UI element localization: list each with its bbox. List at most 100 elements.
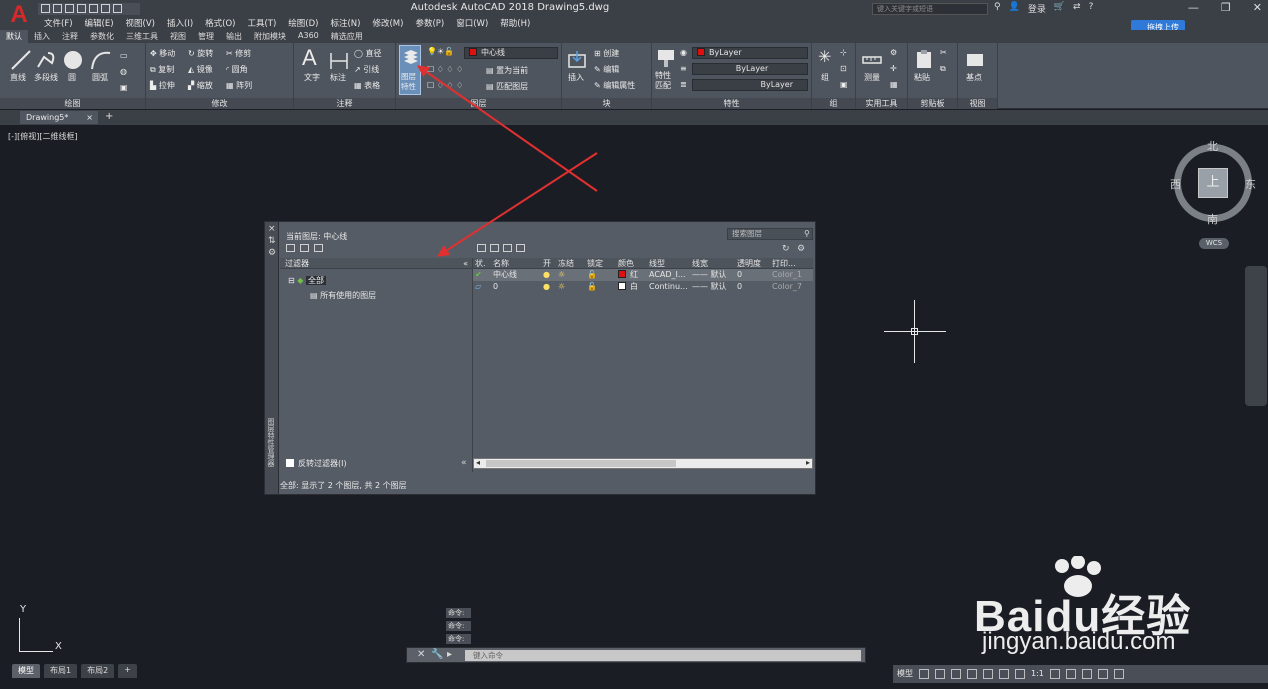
- scale-tool[interactable]: ▞ 缩放: [188, 80, 213, 91]
- unlock-icon[interactable]: 🔓: [585, 269, 616, 281]
- paste-label[interactable]: 粘贴: [914, 72, 930, 83]
- table-tool[interactable]: ▦ 表格: [354, 80, 380, 91]
- row-plot-style[interactable]: Color_1: [770, 269, 808, 281]
- restore-icon[interactable]: ❐: [1221, 1, 1231, 14]
- close-icon[interactable]: ×: [268, 224, 276, 234]
- compass-north[interactable]: 北: [1207, 138, 1218, 154]
- col-lock[interactable]: 锁定: [585, 258, 616, 268]
- viewport-controls[interactable]: [-][俯视][二维线框]: [8, 131, 78, 142]
- scroll-left-icon[interactable]: ◂: [476, 458, 480, 467]
- layers-panel-title[interactable]: 图层: [396, 98, 561, 109]
- circle-icon[interactable]: [62, 49, 84, 71]
- search-icon[interactable]: ⚲: [804, 229, 810, 238]
- view-panel-title[interactable]: 视图: [958, 98, 997, 109]
- row-name[interactable]: 中心线: [491, 269, 541, 281]
- diameter-tool[interactable]: ◯ 直径: [354, 48, 382, 59]
- annotation-scale[interactable]: 1:1: [1031, 665, 1044, 683]
- fillet-tool[interactable]: ◜ 圆角: [226, 64, 248, 75]
- collapse-icon[interactable]: «: [463, 258, 468, 269]
- row-status-icon[interactable]: ✔: [473, 269, 491, 281]
- edit-block-tool[interactable]: ✎ 编辑: [594, 64, 619, 75]
- row-linetype[interactable]: ACAD_I...: [647, 269, 690, 281]
- stretch-tool[interactable]: ▙ 拉伸: [150, 80, 175, 91]
- menu-tools[interactable]: 工具(T): [241, 17, 282, 29]
- scrollbar-thumb[interactable]: [486, 460, 676, 467]
- new-property-filter-icon[interactable]: [286, 244, 295, 252]
- paste-icon[interactable]: [913, 48, 935, 70]
- new-tab-icon[interactable]: +: [105, 111, 113, 122]
- menu-help[interactable]: 帮助(H): [494, 17, 536, 29]
- new-layer-icon[interactable]: [477, 244, 486, 252]
- utilities-panel-title[interactable]: 实用工具: [856, 98, 907, 109]
- groups-panel-title[interactable]: 组: [812, 98, 855, 109]
- polyline-icon[interactable]: [36, 49, 58, 71]
- draw-panel-title[interactable]: 绘图: [0, 98, 145, 109]
- command-input[interactable]: 键入命令: [465, 650, 861, 661]
- clipboard-panel-title[interactable]: 剪贴板: [908, 98, 957, 109]
- insert-block-icon[interactable]: [566, 49, 588, 71]
- dimension-label[interactable]: 标注: [330, 72, 346, 83]
- menu-file[interactable]: 文件(F): [38, 17, 79, 29]
- cart-icon[interactable]: 🛒: [1054, 2, 1065, 15]
- tab-parametric[interactable]: 参数化: [84, 30, 120, 43]
- close-icon[interactable]: ✕: [417, 649, 425, 660]
- col-color[interactable]: 颜色: [616, 258, 647, 268]
- tab-layout1[interactable]: 布局1: [44, 664, 78, 678]
- point-icon[interactable]: ✛: [890, 64, 897, 73]
- quick-select-icon[interactable]: ⚙: [890, 48, 897, 57]
- minimize-icon[interactable]: —: [1188, 1, 1199, 14]
- layer-properties-button[interactable]: 图层特性: [399, 45, 421, 95]
- table-row[interactable]: ▱ 0 ● ☼ 🔓 白 Continu... —— 默认 0 Color_7: [473, 281, 813, 293]
- tab-a360[interactable]: A360: [292, 30, 325, 43]
- autocad-logo-icon[interactable]: A: [6, 2, 32, 28]
- model-space-toggle[interactable]: 模型: [897, 665, 913, 683]
- lineweight-dropdown[interactable]: ByLayer: [692, 79, 808, 91]
- menu-view[interactable]: 视图(V): [120, 17, 161, 29]
- group-icon[interactable]: ✳: [818, 47, 831, 66]
- quick-access-toolbar[interactable]: [38, 3, 140, 15]
- col-linetype[interactable]: 线型: [647, 258, 690, 268]
- rotate-tool[interactable]: ↻ 旋转: [188, 48, 213, 59]
- layer-search-input[interactable]: 搜索图层: [727, 228, 813, 240]
- print-icon[interactable]: [89, 4, 98, 13]
- set-current-icon[interactable]: [516, 244, 525, 252]
- row-lineweight[interactable]: —— 默认: [690, 269, 735, 281]
- search-input[interactable]: 键入关键字或短语: [872, 3, 988, 15]
- recent-commands-icon[interactable]: ▸: [447, 649, 452, 660]
- color-dropdown[interactable]: ByLayer: [692, 47, 808, 59]
- match-properties-label[interactable]: 特性匹配: [655, 71, 677, 91]
- annotation-panel-title[interactable]: 注释: [294, 98, 395, 109]
- set-current-tool[interactable]: ▤ 置为当前: [486, 65, 528, 76]
- create-block-tool[interactable]: ⊞ 创建: [594, 48, 619, 59]
- menu-modify[interactable]: 修改(M): [366, 17, 409, 29]
- refresh-icon[interactable]: ↻: [782, 244, 790, 254]
- new-icon[interactable]: [41, 4, 50, 13]
- menu-edit[interactable]: 编辑(E): [79, 17, 120, 29]
- copy-clip-icon[interactable]: ⧉: [940, 64, 946, 74]
- undo-icon[interactable]: [101, 4, 110, 13]
- layer-states-manager-icon[interactable]: [314, 244, 323, 252]
- block-panel-title[interactable]: 块: [562, 98, 651, 109]
- checkbox-box[interactable]: [286, 459, 294, 467]
- user-icon[interactable]: 👤: [1009, 2, 1020, 15]
- col-freeze[interactable]: 冻结: [556, 258, 585, 268]
- properties-icon[interactable]: ⚙: [268, 248, 276, 258]
- layer-tools-row1[interactable]: ☐ ♢ ♢ ♢: [427, 65, 463, 74]
- row-color[interactable]: 红: [616, 269, 647, 281]
- menu-draw[interactable]: 绘图(D): [282, 17, 324, 29]
- tab-insert[interactable]: 插入: [28, 30, 56, 43]
- lightbulb-icon[interactable]: ●: [541, 269, 556, 281]
- tab-annotate[interactable]: 注释: [56, 30, 84, 43]
- compass-south[interactable]: 南: [1207, 211, 1218, 227]
- arc-icon[interactable]: [90, 49, 112, 71]
- tab-output[interactable]: 输出: [220, 30, 248, 43]
- row-status-icon[interactable]: ▱: [473, 281, 491, 293]
- saveas-icon[interactable]: [77, 4, 86, 13]
- layer-tools-row2[interactable]: ☐ ♢ ♢ ♢: [427, 81, 463, 90]
- fullscreen-icon[interactable]: [1097, 669, 1108, 679]
- table-row[interactable]: ✔ 中心线 ● ☼ 🔓 红 ACAD_I... —— 默认 0 Color_1: [473, 269, 813, 281]
- linetype-dropdown[interactable]: ByLayer: [692, 63, 808, 75]
- insert-label[interactable]: 插入: [568, 72, 584, 83]
- lineweight-toggle-icon[interactable]: [999, 669, 1009, 679]
- menu-dimension[interactable]: 标注(N): [324, 17, 366, 29]
